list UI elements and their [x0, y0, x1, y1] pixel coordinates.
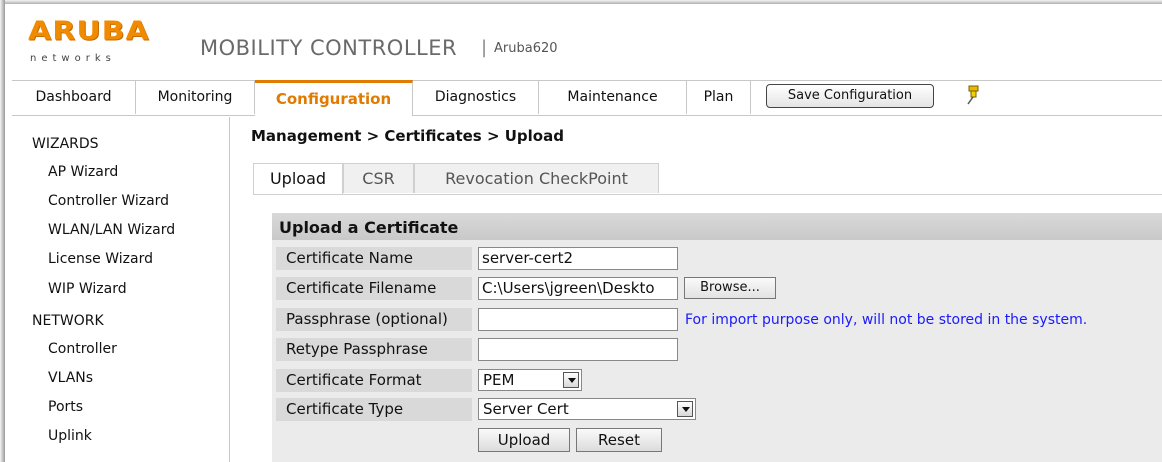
tab-dashboard[interactable]: Dashboard	[12, 81, 136, 114]
save-configuration-button[interactable]: Save Configuration	[766, 84, 934, 108]
retype-passphrase-input[interactable]	[478, 338, 678, 361]
logo-wordmark: ARUBA	[28, 16, 150, 47]
title-separator: |	[481, 37, 488, 58]
pin-icon[interactable]	[965, 85, 981, 105]
window-frame-left	[0, 0, 5, 462]
chevron-down-icon	[563, 372, 579, 388]
chevron-down-icon	[677, 401, 693, 417]
window-frame-top	[0, 0, 1162, 4]
sidebar-item-ap-wizard[interactable]: AP Wizard	[48, 164, 118, 180]
tab-maintenance[interactable]: Maintenance	[539, 81, 687, 114]
cert-format-label: Certificate Format	[276, 369, 472, 392]
cert-type-select[interactable]: Server Cert	[478, 398, 696, 420]
sidebar-item-uplink[interactable]: Uplink	[48, 428, 92, 444]
cert-format-value: PEM	[483, 371, 515, 389]
sidebar-item-license-wizard[interactable]: License Wizard	[48, 251, 153, 267]
passphrase-input[interactable]	[478, 308, 678, 331]
panel-title: Upload a Certificate	[279, 218, 459, 237]
passphrase-label: Passphrase (optional)	[276, 308, 472, 331]
header: ARUBA networks MOBILITY CONTROLLER | Aru…	[12, 5, 1162, 80]
breadcrumb: Management > Certificates > Upload	[251, 127, 564, 145]
subtab-csr[interactable]: CSR	[343, 163, 414, 193]
cert-name-input[interactable]: server-cert2	[478, 247, 678, 270]
subtab-revocation-checkpoint[interactable]: Revocation CheckPoint	[414, 163, 659, 193]
cert-filename-label: Certificate Filename	[276, 277, 472, 300]
sidebar-item-wip-wizard[interactable]: WIP Wizard	[48, 281, 127, 297]
device-name: Aruba620	[494, 41, 558, 56]
app-title: MOBILITY CONTROLLER	[200, 36, 458, 60]
sidebar-item-controller[interactable]: Controller	[48, 341, 117, 357]
main-nav: Dashboard Monitoring Configuration Diagn…	[12, 80, 1162, 116]
passphrase-hint: For import purpose only, will not be sto…	[685, 312, 1088, 328]
cert-type-label: Certificate Type	[276, 398, 472, 421]
subtab-divider	[253, 194, 1162, 195]
cert-name-label: Certificate Name	[276, 247, 472, 270]
sidebar-section-wizards: WIZARDS	[32, 136, 99, 152]
tab-diagnostics[interactable]: Diagnostics	[413, 81, 539, 114]
tab-plan[interactable]: Plan	[687, 81, 751, 114]
subtab-upload[interactable]: Upload	[253, 163, 343, 195]
sidebar-item-wlan-lan-wizard[interactable]: WLAN/LAN Wizard	[48, 222, 175, 238]
aruba-logo: ARUBA networks	[28, 19, 178, 69]
panel-header: Upload a Certificate	[272, 213, 1162, 240]
cert-format-select[interactable]: PEM	[478, 369, 582, 391]
sidebar-item-controller-wizard[interactable]: Controller Wizard	[48, 193, 169, 209]
tab-monitoring[interactable]: Monitoring	[136, 81, 255, 114]
sidebar-item-ports[interactable]: Ports	[48, 399, 83, 415]
sidebar-item-vlans[interactable]: VLANs	[48, 370, 93, 386]
cert-type-value: Server Cert	[483, 400, 569, 418]
cert-filename-input[interactable]: C:\Users\jgreen\Deskto	[478, 277, 678, 300]
upload-button[interactable]: Upload	[478, 428, 570, 452]
logo-subtitle: networks	[30, 53, 116, 64]
reset-button[interactable]: Reset	[576, 428, 662, 452]
sidebar-section-network: NETWORK	[32, 313, 104, 329]
app-window: ARUBA networks MOBILITY CONTROLLER | Aru…	[0, 0, 1162, 462]
tab-configuration[interactable]: Configuration	[255, 80, 413, 116]
browse-button[interactable]: Browse...	[684, 277, 776, 299]
retype-passphrase-label: Retype Passphrase	[276, 338, 472, 361]
